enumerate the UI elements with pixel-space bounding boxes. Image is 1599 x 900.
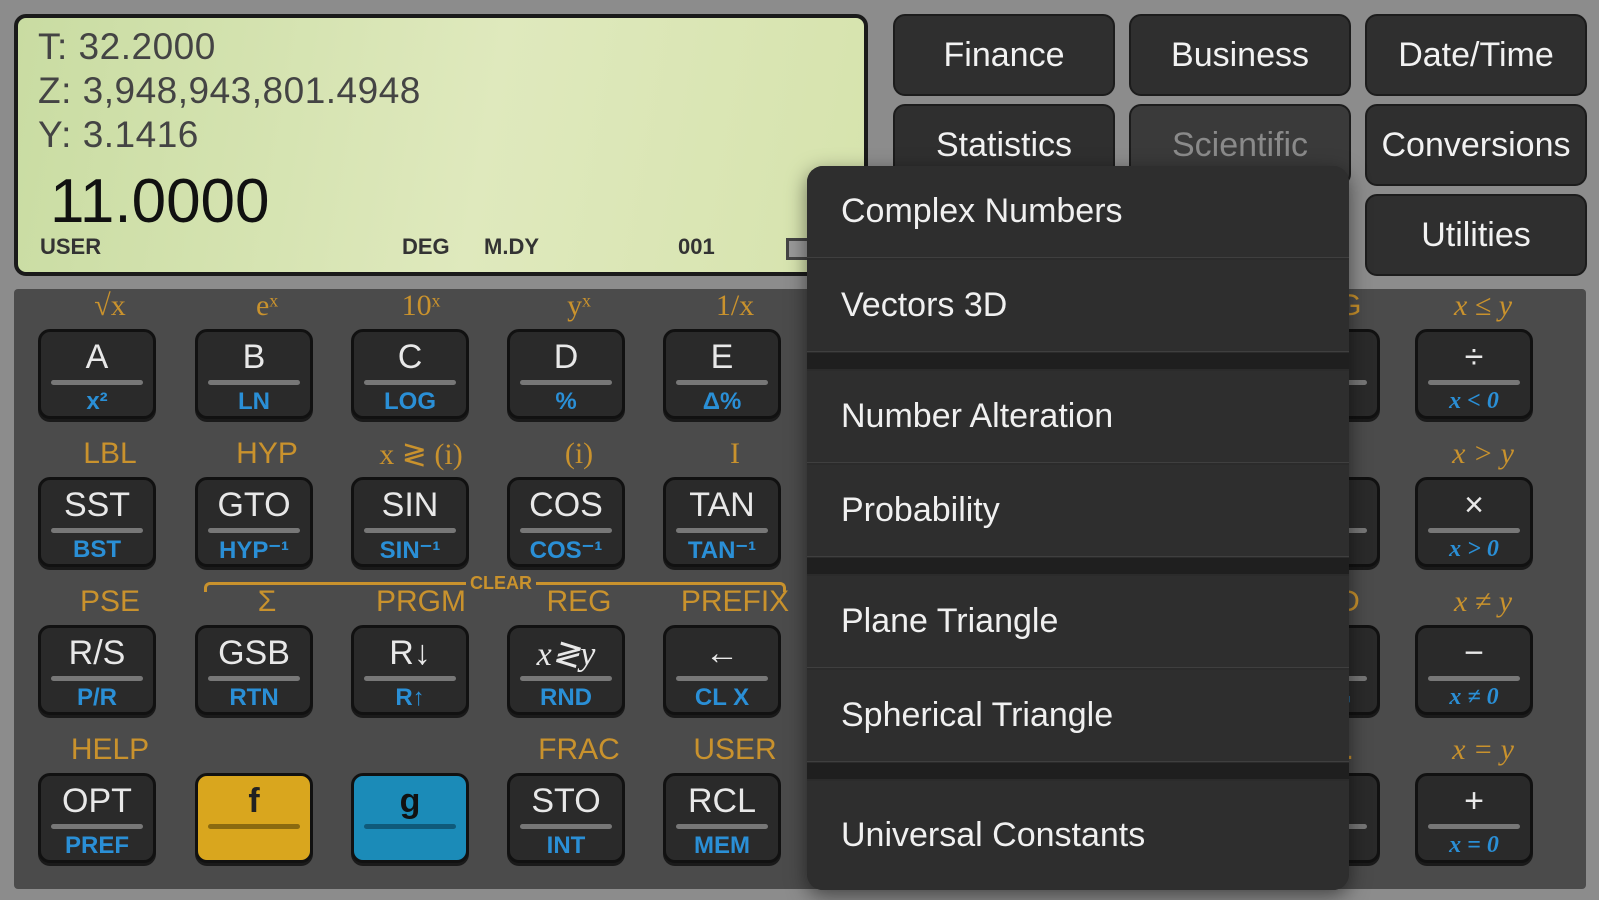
- status-bar: USER DEG M.DY 001: [38, 234, 852, 262]
- t-register: T: 32.2000: [38, 26, 216, 67]
- key-sto[interactable]: STO INT: [507, 773, 625, 863]
- key-gold-label: LBL: [83, 437, 137, 470]
- key-gold-label: USER: [693, 733, 777, 766]
- key-gold-label: 10ˣ: [401, 289, 441, 322]
- key-gold-label: I: [730, 437, 740, 470]
- key-gold-label: x ≤ y: [1453, 289, 1513, 322]
- menu-item-plane-triangle[interactable]: Plane Triangle: [807, 576, 1349, 668]
- key-f-shift[interactable]: f: [195, 773, 313, 863]
- menu-item-probability[interactable]: Probability: [807, 465, 1349, 557]
- menu-separator: [807, 353, 1349, 369]
- datetime-button[interactable]: Date/Time: [1365, 14, 1587, 96]
- key-gold-label: PREFIX: [680, 585, 790, 618]
- x-register: 11.0000: [50, 167, 270, 236]
- key-gold-label: HYP: [236, 437, 298, 470]
- key-tan[interactable]: TAN TAN⁻¹: [663, 477, 781, 567]
- menu-separator: [807, 558, 1349, 574]
- key-gold-label: HELP: [70, 733, 150, 766]
- finance-button[interactable]: Finance: [893, 14, 1115, 96]
- key-gold-label: x = y: [1452, 733, 1514, 766]
- menu-item-spherical-triangle[interactable]: Spherical Triangle: [807, 670, 1349, 762]
- key-rcl[interactable]: RCL MEM: [663, 773, 781, 863]
- key-b[interactable]: B LN: [195, 329, 313, 419]
- key-gold-label: Σ: [257, 585, 277, 618]
- angle-mode: DEG: [402, 234, 450, 259]
- key-gsb[interactable]: GSB RTN: [195, 625, 313, 715]
- key-rs[interactable]: R/S P/R: [38, 625, 156, 715]
- key-e[interactable]: E Δ%: [663, 329, 781, 419]
- lcd-display: T: 32.2000 Z: 3,948,943,801.4948 Y: 3.14…: [14, 14, 868, 276]
- key-gold-label: x ≠ y: [1453, 585, 1513, 618]
- key-gold-label: x > y: [1452, 437, 1514, 470]
- key-a[interactable]: Ax²: [38, 329, 156, 419]
- keypad: √x eˣ 10ˣ yˣ 1/x Ax² B LN C LOG D% E Δ% LBL…: [14, 289, 1586, 889]
- key-gold-label: REG: [546, 585, 612, 618]
- key-gold-label: PSE: [79, 585, 141, 618]
- menu-item-universal-constants[interactable]: Universal Constants: [807, 781, 1349, 890]
- program-line: 001: [678, 234, 715, 259]
- y-register: Y: 3.1416: [38, 114, 199, 155]
- menu-item-vectors-3d[interactable]: Vectors 3D: [807, 260, 1349, 352]
- key-divide[interactable]: ÷ x < 0: [1415, 329, 1533, 419]
- scientific-popup-menu: Complex Numbers Vectors 3D Number Altera…: [807, 166, 1349, 890]
- key-backspace[interactable]: ← CL X: [663, 625, 781, 715]
- key-cos[interactable]: COS COS⁻¹: [507, 477, 625, 567]
- key-gold-label: yˣ: [567, 289, 591, 322]
- menu-separator: [807, 763, 1349, 779]
- key-subtract[interactable]: − x ≠ 0: [1415, 625, 1533, 715]
- key-gold-label: (i): [564, 437, 594, 470]
- menu-item-number-alteration[interactable]: Number Alteration: [807, 371, 1349, 463]
- key-opt[interactable]: OPT PREF: [38, 773, 156, 863]
- key-gold-label: √x: [94, 289, 126, 322]
- key-sin[interactable]: SIN SIN⁻¹: [351, 477, 469, 567]
- date-format: M.DY: [484, 234, 539, 259]
- key-rdown[interactable]: R↓ R↑: [351, 625, 469, 715]
- key-gold-label: x ≷ (i): [379, 438, 463, 471]
- key-c[interactable]: C LOG: [351, 329, 469, 419]
- key-gold-label: FRAC: [538, 733, 620, 766]
- key-g-shift[interactable]: g: [351, 773, 469, 863]
- utilities-button[interactable]: Utilities: [1365, 194, 1587, 276]
- key-gold-label: PRGM: [376, 585, 466, 618]
- key-gold-label: 1/x: [715, 289, 755, 322]
- key-xy-swap[interactable]: x≷y RND: [507, 625, 625, 715]
- key-sst[interactable]: SST BST: [38, 477, 156, 567]
- key-gold-label: eˣ: [256, 289, 278, 322]
- key-gto[interactable]: GTO HYP⁻¹: [195, 477, 313, 567]
- z-register: Z: 3,948,943,801.4948: [38, 70, 421, 111]
- menu-item-complex-numbers[interactable]: Complex Numbers: [807, 166, 1349, 258]
- key-add[interactable]: + x = 0: [1415, 773, 1533, 863]
- user-indicator: USER: [40, 234, 102, 259]
- conversions-button[interactable]: Conversions: [1365, 104, 1587, 186]
- key-d[interactable]: D%: [507, 329, 625, 419]
- business-button[interactable]: Business: [1129, 14, 1351, 96]
- key-multiply[interactable]: × x > 0: [1415, 477, 1533, 567]
